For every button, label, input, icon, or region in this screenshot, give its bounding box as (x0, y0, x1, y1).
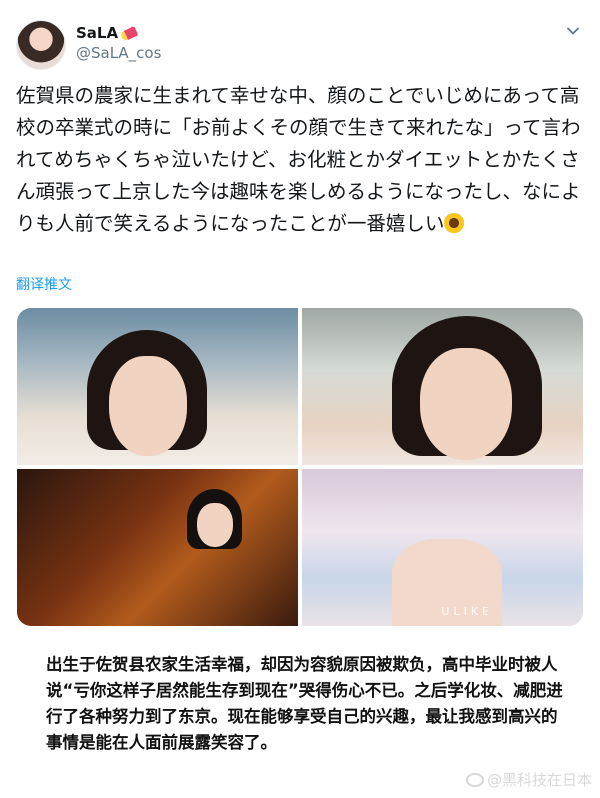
tweet-header: SaLA @SaLA_cos (16, 16, 584, 72)
avatar[interactable] (16, 20, 66, 70)
photo-cosplay[interactable] (17, 469, 298, 626)
lipstick-icon (119, 25, 139, 42)
face-shape (109, 356, 187, 456)
photo-watermark: ULIKE (441, 605, 493, 618)
display-name-text[interactable]: SaLA (76, 24, 118, 42)
source-watermark-text: @黑科技在日本 (486, 771, 592, 789)
sunflower-icon (444, 213, 465, 233)
tweet-text: 佐賀県の農家に生まれて幸せな中、顔のことでいじめにあって高校の卒業式の時に「お前… (16, 80, 586, 240)
user-handle[interactable]: @SaLA_cos (76, 44, 161, 62)
photo-peace-sign[interactable] (302, 308, 583, 465)
photo-yukata[interactable]: ULIKE (302, 469, 583, 626)
face-shape (420, 348, 512, 460)
weibo-icon (465, 773, 484, 787)
face-shape (197, 503, 233, 547)
source-watermark: @黑科技在日本 (465, 769, 592, 790)
tweet-text-body: 佐賀県の農家に生まれて幸せな中、顔のことでいじめにあって高校の卒業式の時に「お前… (16, 84, 581, 235)
translation-caption: 出生于佐贺县农家生活幸福，却因为容貌原因被欺负，高中毕业时被人说“亏你这样子居然… (46, 655, 563, 752)
media-grid: ULIKE (17, 308, 583, 626)
display-name[interactable]: SaLA (76, 24, 139, 42)
photo-school-portrait[interactable] (17, 308, 298, 465)
translate-tweet-link[interactable]: 翻译推文 (16, 274, 72, 294)
chevron-down-icon[interactable] (566, 24, 580, 38)
